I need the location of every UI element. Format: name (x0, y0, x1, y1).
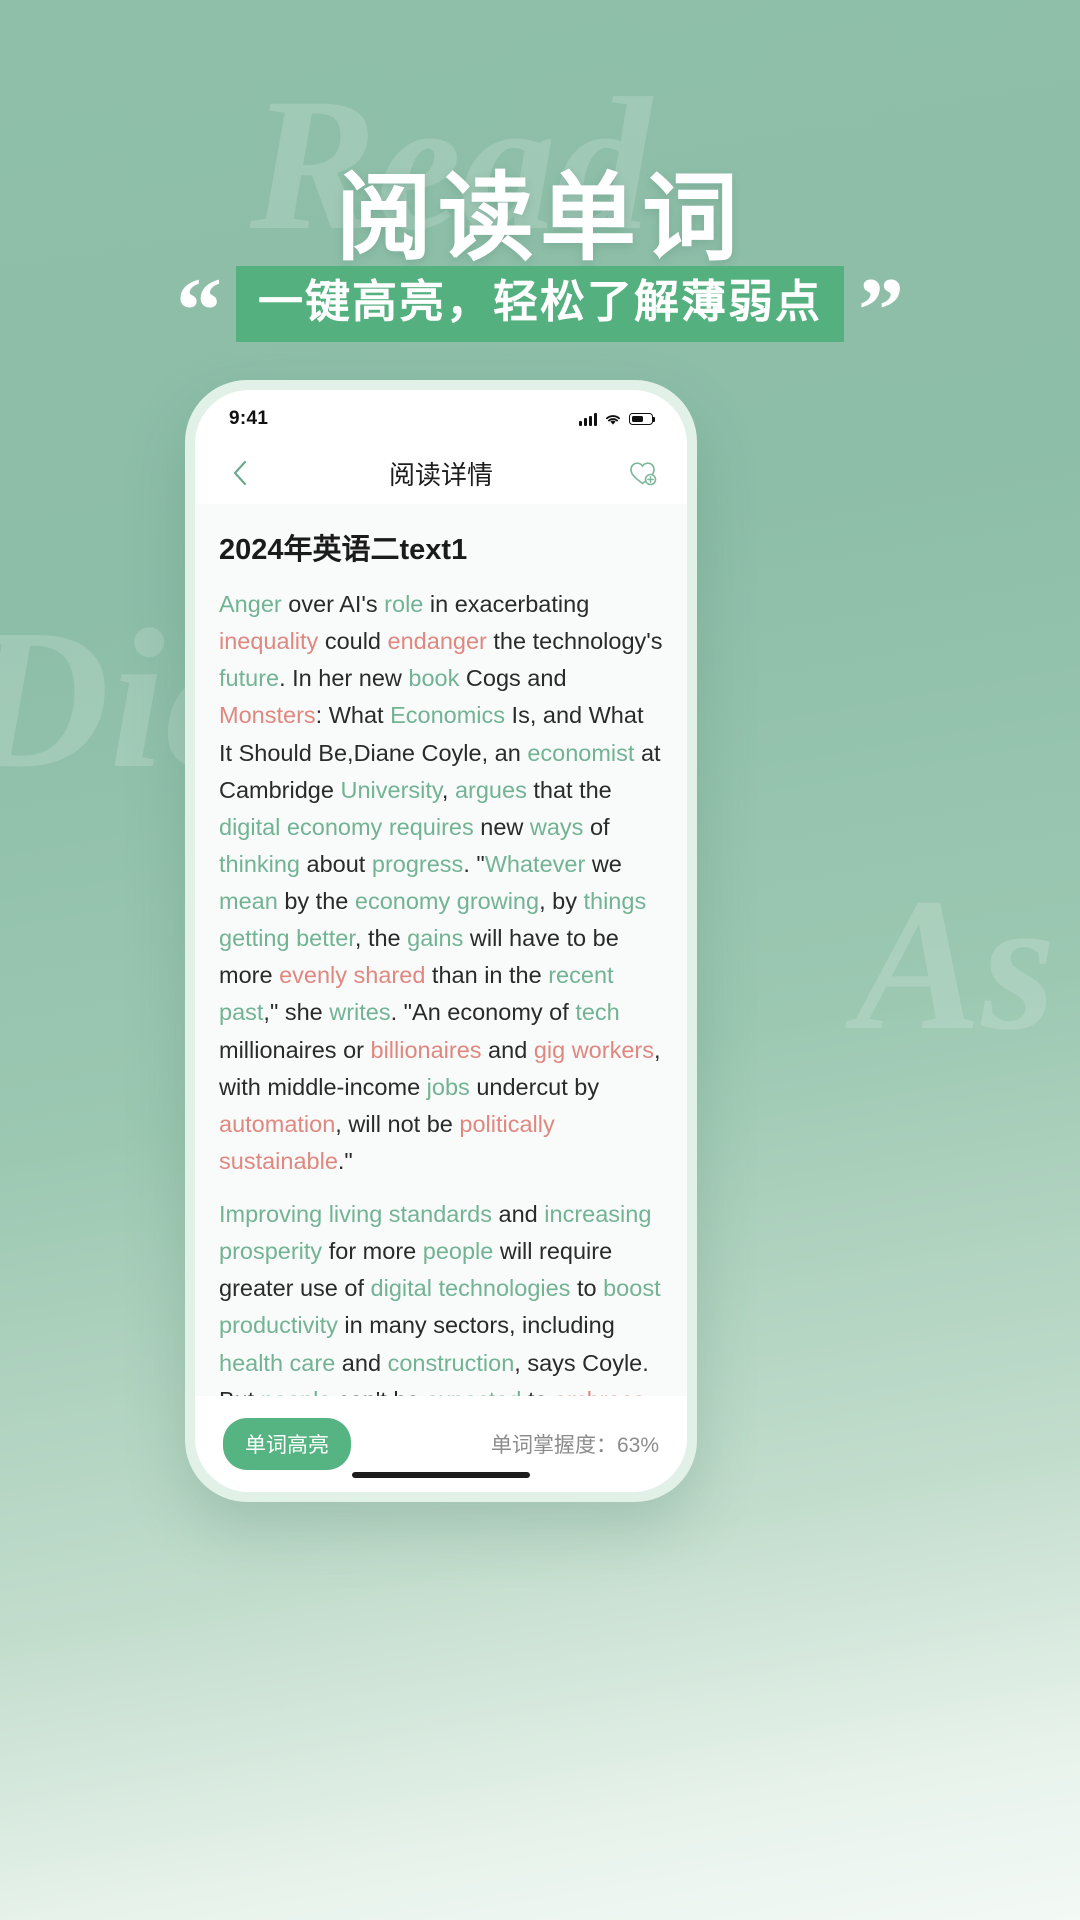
highlighted-word[interactable]: Anger (219, 591, 282, 617)
plain-text: , the (354, 925, 408, 952)
chevron-left-icon (233, 460, 246, 486)
plain-text: of (583, 813, 610, 840)
plain-text: middle-income (267, 1073, 427, 1100)
plain-text: . In her new (279, 665, 409, 692)
plain-text: we (585, 850, 622, 877)
highlighted-word[interactable]: people (423, 1238, 494, 1264)
subtitle-row: “ 一键高亮，轻松了解薄弱点 ” (0, 258, 1080, 356)
highlighted-word[interactable]: people (261, 1387, 332, 1396)
highlighted-word[interactable]: ways (530, 814, 584, 840)
highlighted-word[interactable]: inequality (219, 628, 318, 654)
highlighted-word[interactable]: writes (329, 999, 390, 1025)
highlighted-word[interactable]: digital technologies (371, 1275, 571, 1301)
back-button[interactable] (219, 453, 259, 493)
subtitle-banner: 一键高亮，轻松了解薄弱点 (235, 266, 844, 342)
highlighted-word[interactable]: role (384, 591, 423, 617)
plain-text: and (335, 1349, 388, 1376)
phone-footer: 单词高亮 单词掌握度：63% (195, 1396, 687, 1492)
phone-mockup: 9:41 阅读详情 2024年英语二text1 Anger over AI's … (185, 380, 697, 1502)
highlighted-word[interactable]: progress (372, 851, 463, 877)
highlighted-word[interactable]: automation (219, 1111, 335, 1137)
watermark-ask: As (855, 860, 1056, 1070)
plain-text: undercut by (469, 1073, 600, 1100)
highlighted-word[interactable]: Whatever (485, 851, 586, 877)
highlighted-word[interactable]: construction (388, 1350, 515, 1376)
article-paragraph: Improving living standards and increasin… (219, 1196, 663, 1396)
plain-text: in many sectors, including (337, 1312, 615, 1339)
plain-text: the technology's (486, 628, 663, 655)
highlighted-word[interactable]: tech (575, 999, 619, 1025)
plain-text: for more (322, 1238, 423, 1265)
highlighted-word[interactable]: health care (219, 1350, 335, 1376)
highlighted-word[interactable]: economy growing (355, 888, 539, 914)
quote-close-icon: ” (858, 259, 904, 361)
plain-text: , will not be (335, 1110, 460, 1137)
article-body[interactable]: 2024年英语二text1 Anger over AI's role in ex… (195, 504, 687, 1396)
article-paragraphs: Anger over AI's role in exacerbating ine… (219, 586, 663, 1396)
highlighted-word[interactable]: Economics (390, 702, 505, 728)
plain-text: to (521, 1387, 554, 1396)
plain-text: Cogs and (459, 665, 567, 692)
home-indicator (352, 1472, 530, 1478)
highlighted-word[interactable]: thinking (219, 851, 300, 877)
cellular-signal-icon (579, 412, 597, 426)
plain-text: to (570, 1275, 604, 1302)
nav-title: 阅读详情 (388, 459, 493, 490)
heart-plus-icon (630, 462, 657, 486)
highlighted-word[interactable]: digital economy requires (219, 814, 474, 840)
highlighted-word[interactable]: expected (426, 1387, 521, 1396)
plain-text: : What (315, 702, 391, 729)
plain-text: about (300, 850, 372, 877)
highlighted-word[interactable]: jobs (427, 1074, 470, 1100)
highlighted-word[interactable]: argues (455, 777, 527, 803)
status-time: 9:41 (229, 408, 269, 429)
plain-text: can't be (331, 1387, 426, 1396)
plain-text: over AI's (281, 591, 385, 617)
plain-text: . " (463, 850, 485, 877)
plain-text: . "An economy of (390, 999, 576, 1026)
status-icons (579, 412, 656, 426)
highlighted-word[interactable]: gains (407, 925, 463, 951)
highlighted-word[interactable]: endanger (388, 628, 487, 654)
phone-screen: 9:41 阅读详情 2024年英语二text1 Anger over AI's … (195, 390, 687, 1492)
plain-text: new (473, 813, 530, 840)
plain-text: by the (277, 888, 355, 914)
highlighted-word[interactable]: future (219, 665, 279, 691)
highlighted-word[interactable]: University (340, 777, 441, 803)
plain-text: that the (526, 776, 612, 803)
highlighted-word[interactable]: embrace (554, 1387, 645, 1396)
battery-icon (629, 413, 656, 425)
plain-text: and (481, 1036, 534, 1063)
highlighted-word[interactable]: billionaires (371, 1037, 482, 1063)
highlighted-word[interactable]: Improving living standards (219, 1201, 492, 1227)
article-title: 2024年英语二text1 (219, 534, 468, 566)
mastery-label: 单词掌握度：63% (490, 1434, 659, 1457)
plain-text: could (318, 628, 388, 655)
favorite-button[interactable] (623, 453, 663, 493)
plain-text: ," she (263, 999, 330, 1026)
status-bar: 9:41 (195, 390, 687, 442)
highlighted-word[interactable]: mean (219, 888, 278, 914)
highlighted-word[interactable]: Monsters (219, 702, 316, 728)
article-paragraph: Anger over AI's role in exacerbating ine… (219, 586, 663, 1180)
highlighted-word[interactable]: economist (527, 740, 634, 766)
plain-text: in exacerbating (423, 591, 590, 617)
plain-text: than in the (425, 962, 549, 989)
highlight-words-button[interactable]: 单词高亮 (223, 1418, 351, 1470)
plain-text: ." (337, 1147, 353, 1174)
quote-open-icon: “ (175, 259, 222, 361)
highlighted-word[interactable]: gig workers (534, 1037, 654, 1063)
plain-text: millionaires or (219, 1036, 371, 1063)
highlighted-word[interactable]: evenly shared (279, 962, 425, 988)
nav-bar: 阅读详情 (195, 442, 687, 504)
plain-text: , by (539, 888, 584, 914)
highlighted-word[interactable]: book (408, 665, 459, 691)
plain-text: and (492, 1201, 545, 1227)
wifi-icon (606, 414, 620, 425)
plain-text: , (441, 776, 455, 803)
